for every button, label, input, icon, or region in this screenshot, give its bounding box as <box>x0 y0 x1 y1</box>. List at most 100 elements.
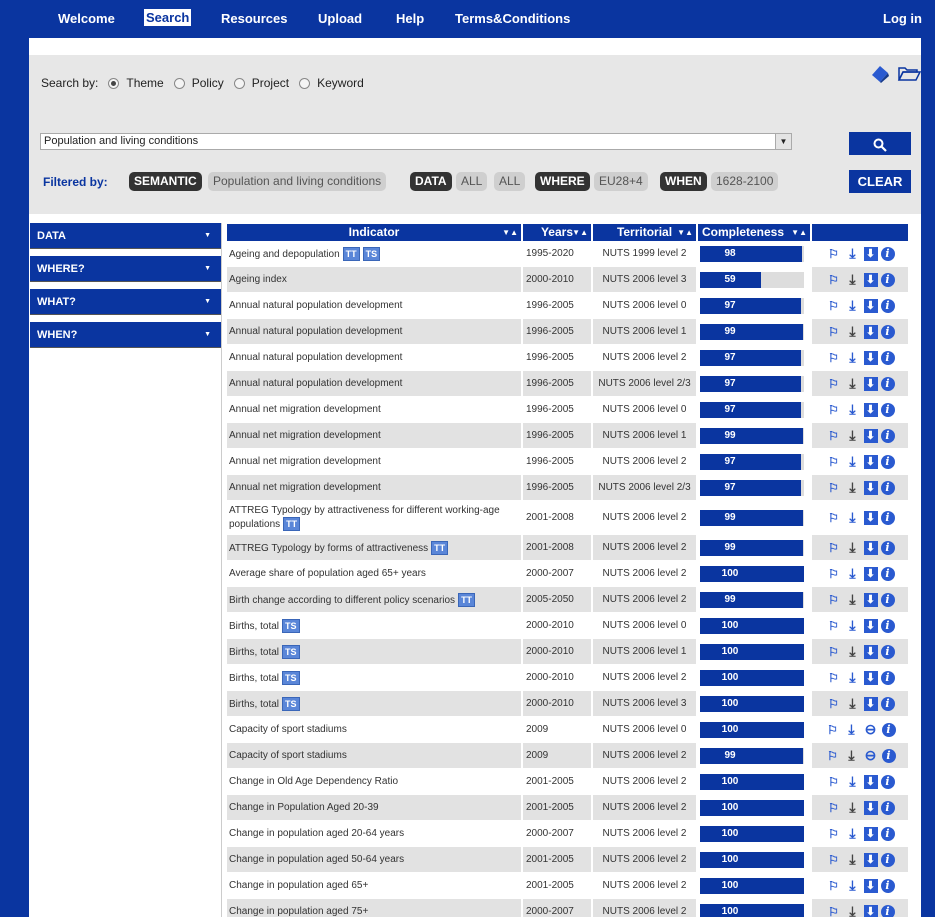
map-icon[interactable]: ⚐ <box>826 325 842 339</box>
download-file-icon[interactable]: ⬇ <box>863 774 878 789</box>
download-file-icon[interactable]: ⬇ <box>863 696 878 711</box>
map-icon[interactable]: ⚐ <box>826 801 842 815</box>
download-icon[interactable]: ⤓ <box>844 721 860 738</box>
map-icon[interactable]: ⚐ <box>826 567 842 581</box>
download-icon[interactable]: ⤓ <box>845 349 861 366</box>
typology-tag-icon[interactable]: TT <box>342 246 360 261</box>
indicator-name[interactable]: Change in population aged 20-64 years <box>229 828 404 840</box>
info-icon[interactable]: i <box>880 272 895 287</box>
info-icon[interactable]: i <box>880 566 895 581</box>
indicator-name[interactable]: Change in population aged 65+ <box>229 880 368 892</box>
download-icon[interactable]: ⤓ <box>845 799 861 816</box>
nav-help[interactable]: Help <box>396 11 424 26</box>
map-icon[interactable]: ⚐ <box>825 723 841 737</box>
map-icon[interactable]: ⚐ <box>826 775 842 789</box>
map-icon[interactable]: ⚐ <box>826 351 842 365</box>
download-icon[interactable]: ⤓ <box>845 903 861 917</box>
indicator-name[interactable]: Capacity of sport stadiums <box>229 724 347 736</box>
info-icon[interactable]: i <box>880 350 895 365</box>
indicator-name[interactable]: Change in Population Aged 20-39 <box>229 802 379 814</box>
map-icon[interactable]: ⚐ <box>826 645 842 659</box>
map-icon[interactable]: ⚐ <box>826 403 842 417</box>
info-icon[interactable]: i <box>880 618 895 633</box>
indicator-name[interactable]: Average share of population aged 65+ yea… <box>229 568 426 580</box>
info-icon[interactable]: i <box>880 904 895 917</box>
indicator-name[interactable]: Birth change according to different poli… <box>229 592 476 607</box>
download-file-icon[interactable]: ⬇ <box>863 878 878 893</box>
sort-icon[interactable]: ▼▲ <box>502 224 518 241</box>
sidebar-item-where[interactable]: WHERE? ▼ <box>30 256 221 282</box>
search-button[interactable] <box>849 132 911 155</box>
indicator-name[interactable]: Change in population aged 50-64 years <box>229 854 404 866</box>
time-series-tag-icon[interactable]: TS <box>362 246 381 261</box>
map-icon[interactable]: ⚐ <box>826 619 842 633</box>
radio-policy[interactable]: Policy <box>173 76 224 90</box>
download-icon[interactable]: ⤓ <box>845 453 861 470</box>
info-icon[interactable]: i <box>880 428 895 443</box>
map-icon[interactable]: ⚐ <box>826 905 842 917</box>
download-file-icon[interactable]: ⬇ <box>863 272 878 287</box>
download-icon[interactable]: ⤓ <box>844 747 860 764</box>
info-icon[interactable]: i <box>880 510 895 525</box>
download-file-icon[interactable]: ⬇ <box>863 510 878 525</box>
download-icon[interactable]: ⤓ <box>845 297 861 314</box>
radio-icon[interactable] <box>173 77 185 89</box>
download-icon[interactable]: ⤓ <box>845 695 861 712</box>
chip-where[interactable]: WHERE <box>535 172 590 191</box>
radio-checked-icon[interactable] <box>108 77 120 89</box>
map-icon[interactable]: ⚐ <box>826 671 842 685</box>
indicator-name[interactable]: Births, total TS <box>229 696 300 711</box>
radio-icon[interactable] <box>233 77 245 89</box>
sort-icon[interactable]: ▼▲ <box>572 224 588 241</box>
download-file-icon[interactable]: ⬇ <box>863 428 878 443</box>
info-icon[interactable]: i <box>880 324 895 339</box>
sidebar-item-data[interactable]: DATA ▼ <box>30 223 221 249</box>
indicator-name[interactable]: Births, total TS <box>229 618 300 633</box>
map-icon[interactable]: ⚐ <box>826 827 842 841</box>
map-icon[interactable]: ⚐ <box>826 299 842 313</box>
download-file-icon[interactable]: ⬇ <box>863 324 878 339</box>
download-icon[interactable]: ⤓ <box>845 479 861 496</box>
download-icon[interactable]: ⤓ <box>845 643 861 660</box>
info-icon[interactable]: i <box>880 402 895 417</box>
download-icon[interactable]: ⤓ <box>845 539 861 556</box>
chevron-down-icon[interactable]: ▼ <box>775 134 791 149</box>
indicator-name[interactable]: Change in population aged 75+ <box>229 906 368 917</box>
info-icon[interactable]: i <box>880 454 895 469</box>
indicator-name[interactable]: Annual net migration development <box>229 430 381 442</box>
header-territorial[interactable]: Territorial ▼▲ <box>593 224 698 241</box>
info-icon[interactable]: i <box>880 480 895 495</box>
login-link[interactable]: Log in <box>883 11 922 26</box>
download-file-icon[interactable]: ⬇ <box>863 800 878 815</box>
download-file-icon[interactable]: ⬇ <box>863 246 878 261</box>
sidebar-item-what[interactable]: WHAT? ▼ <box>30 289 221 315</box>
map-icon[interactable]: ⚐ <box>826 273 842 287</box>
download-icon[interactable]: ⤓ <box>845 851 861 868</box>
download-file-icon[interactable]: ⬇ <box>863 454 878 469</box>
download-icon[interactable]: ⤓ <box>845 509 861 526</box>
header-years[interactable]: Years ▼▲ <box>523 224 593 241</box>
sort-icon[interactable]: ▼▲ <box>791 224 807 241</box>
chip-semantic[interactable]: SEMANTIC <box>129 172 202 191</box>
info-icon[interactable]: i <box>880 826 895 841</box>
info-icon[interactable]: i <box>880 540 895 555</box>
indicator-name[interactable]: Ageing and depopulation TT TS <box>229 246 381 261</box>
nav-resources[interactable]: Resources <box>221 11 287 26</box>
download-icon[interactable]: ⤓ <box>845 591 861 608</box>
indicator-name[interactable]: Annual natural population development <box>229 378 402 390</box>
time-series-tag-icon[interactable]: TS <box>282 696 300 711</box>
indicator-name[interactable]: Annual net migration development <box>229 404 381 416</box>
sidebar-item-when[interactable]: WHEN? ▼ <box>30 322 221 348</box>
info-icon[interactable]: i <box>880 298 895 313</box>
time-series-tag-icon[interactable]: TS <box>282 670 300 685</box>
nav-welcome[interactable]: Welcome <box>58 11 115 26</box>
download-file-icon[interactable]: ⬇ <box>863 298 878 313</box>
indicator-name[interactable]: Births, total TS <box>229 644 300 659</box>
theme-select[interactable]: Population and living conditions ▼ <box>40 133 792 150</box>
nav-search[interactable]: Search <box>144 9 192 26</box>
map-icon[interactable]: ⚐ <box>826 455 842 469</box>
download-icon[interactable]: ⤓ <box>845 617 861 634</box>
map-icon[interactable]: ⚐ <box>826 593 842 607</box>
radio-theme[interactable]: Theme <box>108 76 164 90</box>
download-file-icon[interactable]: ⬇ <box>863 670 878 685</box>
